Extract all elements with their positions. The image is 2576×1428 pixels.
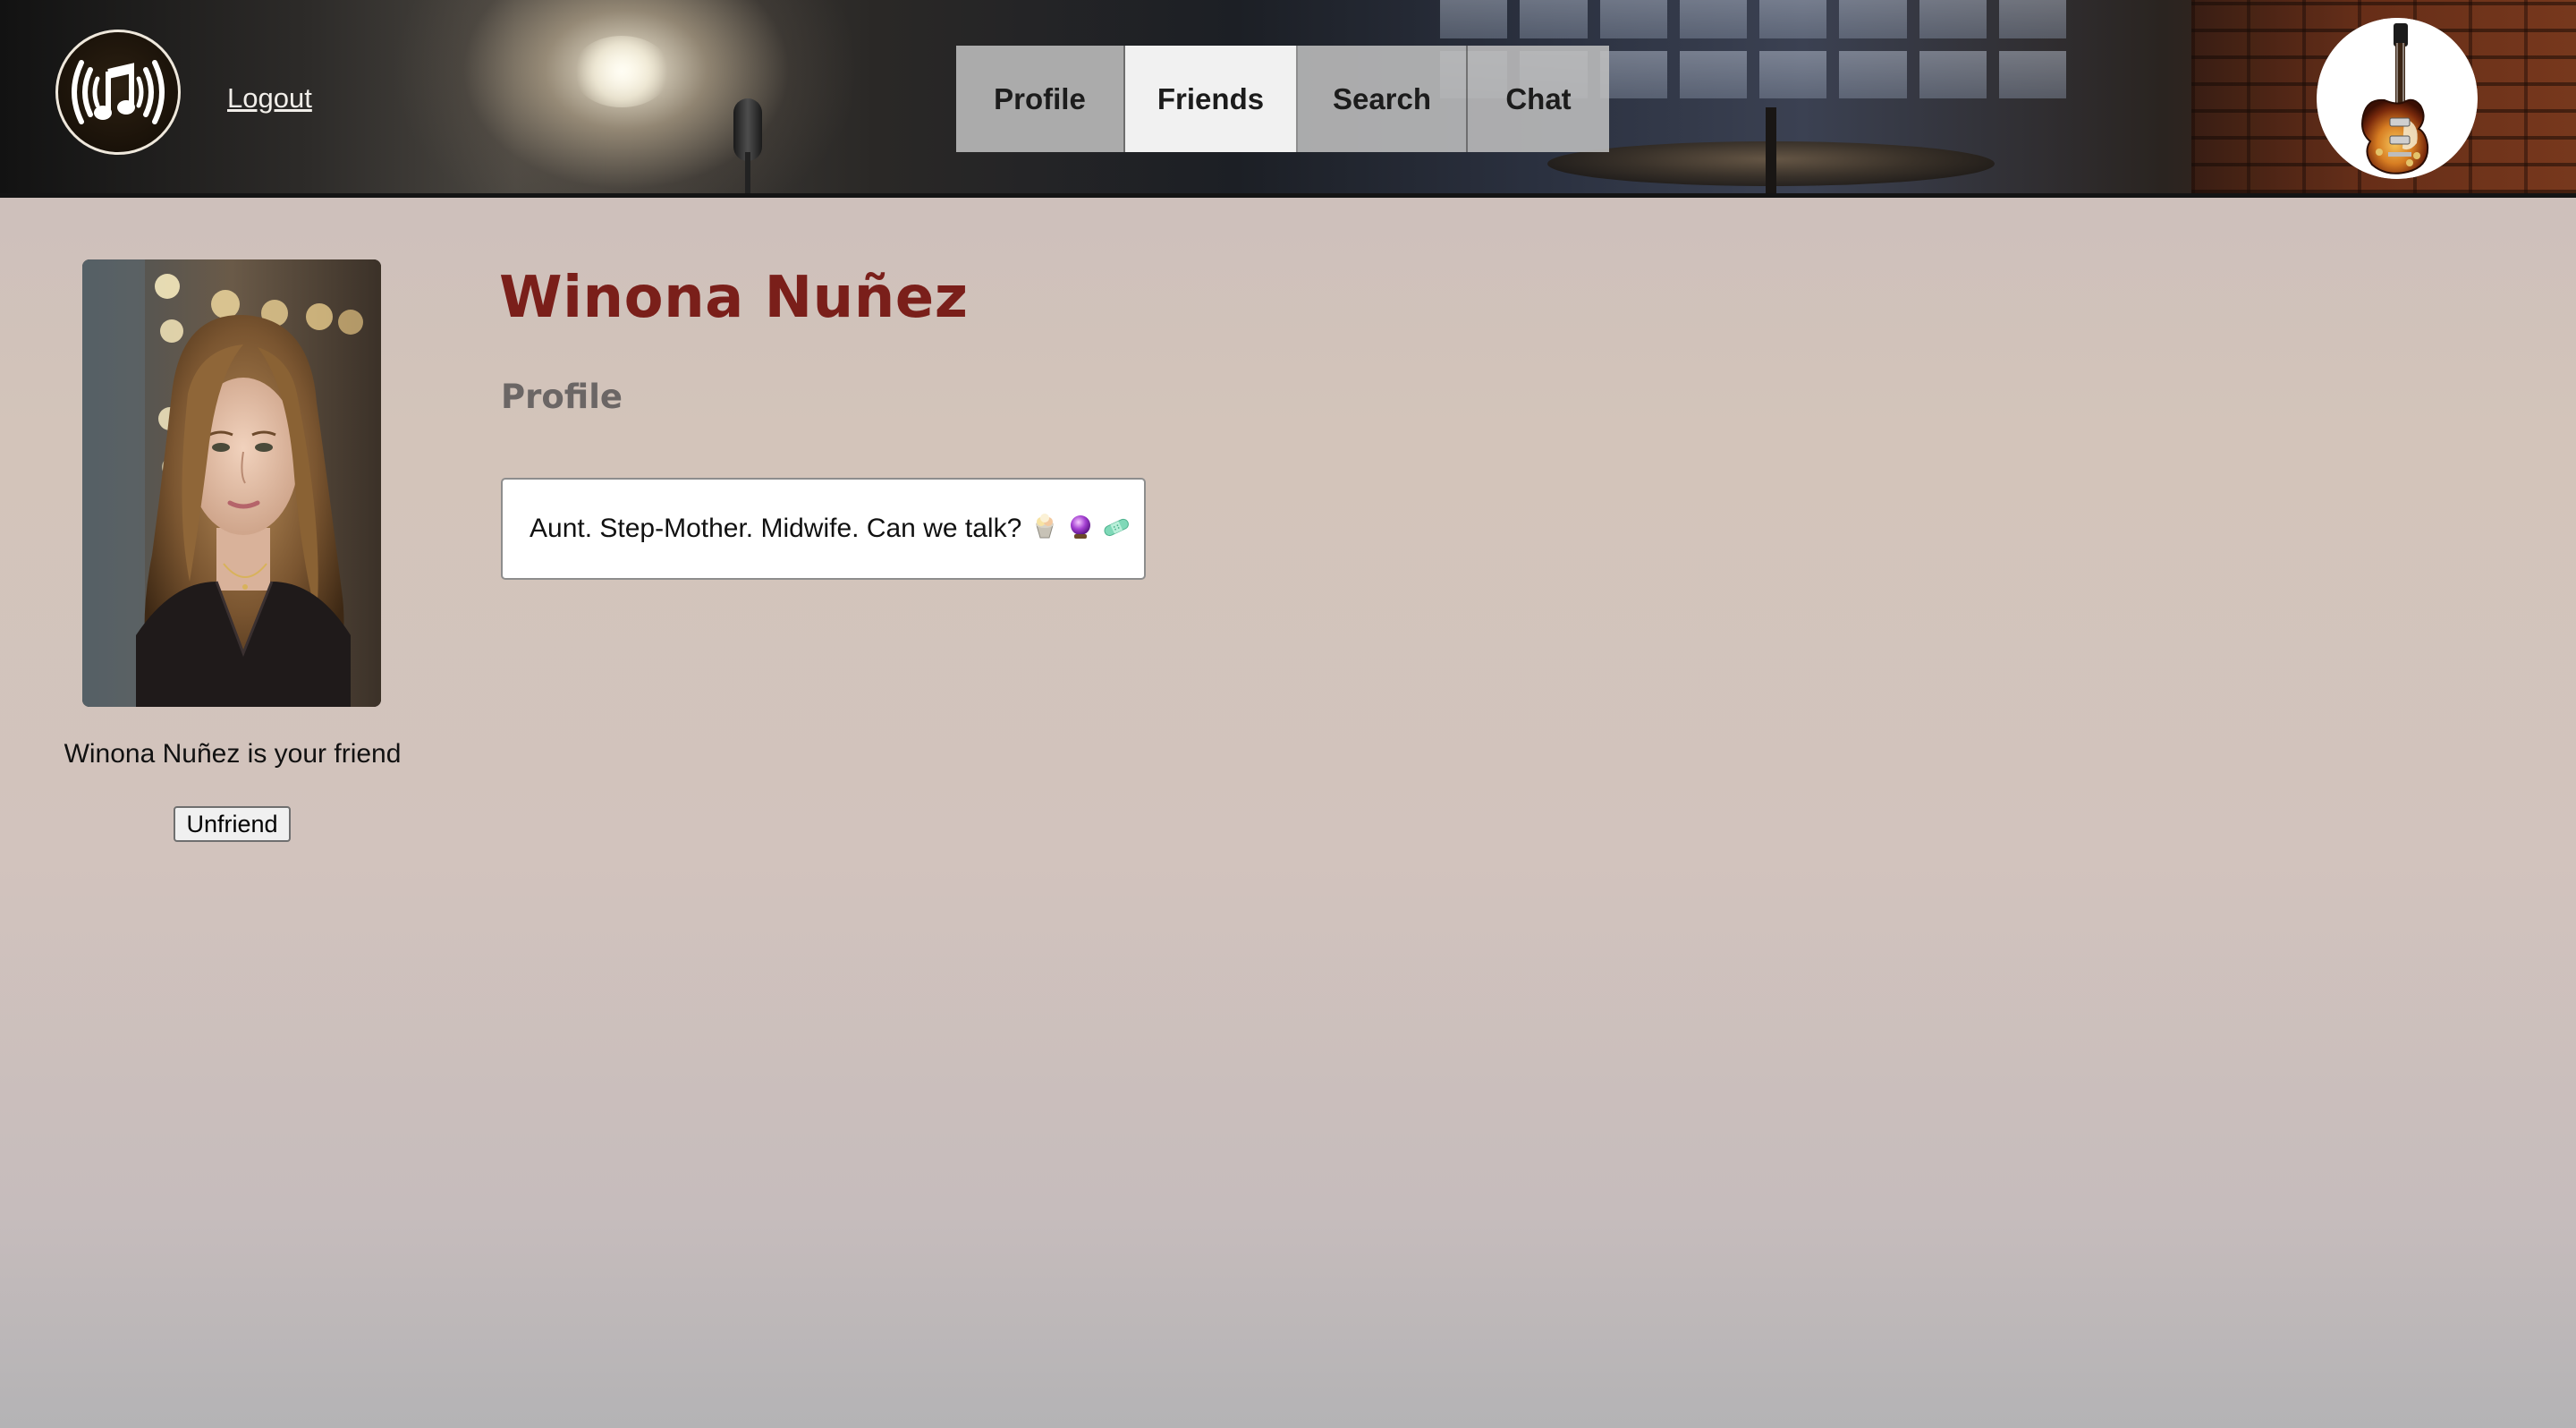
cymbal-stand	[1766, 107, 1776, 193]
microphone-stand	[745, 152, 750, 193]
tab-profile[interactable]: Profile	[956, 46, 1125, 152]
profile-name-heading: Winona Nuñez	[499, 265, 969, 331]
bio-emoji-group	[1030, 513, 1131, 545]
profile-section-title: Profile	[501, 378, 623, 416]
main-nav: Profile Friends Search Chat	[956, 46, 1609, 152]
bio-box: Aunt. Step-Mother. Midwife. Can we talk?	[501, 478, 1146, 580]
user-avatar-guitar[interactable]	[2317, 18, 2478, 179]
ice-cream-icon	[1030, 513, 1059, 545]
music-note-broadcast-icon[interactable]	[55, 30, 181, 155]
tab-search[interactable]: Search	[1298, 46, 1468, 152]
crystal-ball-icon	[1066, 513, 1095, 545]
stage-light	[572, 36, 671, 107]
header-banner: Logout Profile Friends Search Chat	[0, 0, 2576, 198]
friend-profile-photo	[82, 259, 381, 707]
adhesive-bandage-icon	[1102, 513, 1131, 545]
logout-link[interactable]: Logout	[227, 82, 312, 115]
bio-text: Aunt. Step-Mother. Midwife. Can we talk?	[530, 514, 1022, 543]
unfriend-button[interactable]: Unfriend	[174, 806, 291, 842]
tab-friends[interactable]: Friends	[1125, 46, 1298, 152]
friend-status-text: Winona Nuñez is your friend	[64, 739, 402, 769]
tab-chat[interactable]: Chat	[1468, 46, 1609, 152]
